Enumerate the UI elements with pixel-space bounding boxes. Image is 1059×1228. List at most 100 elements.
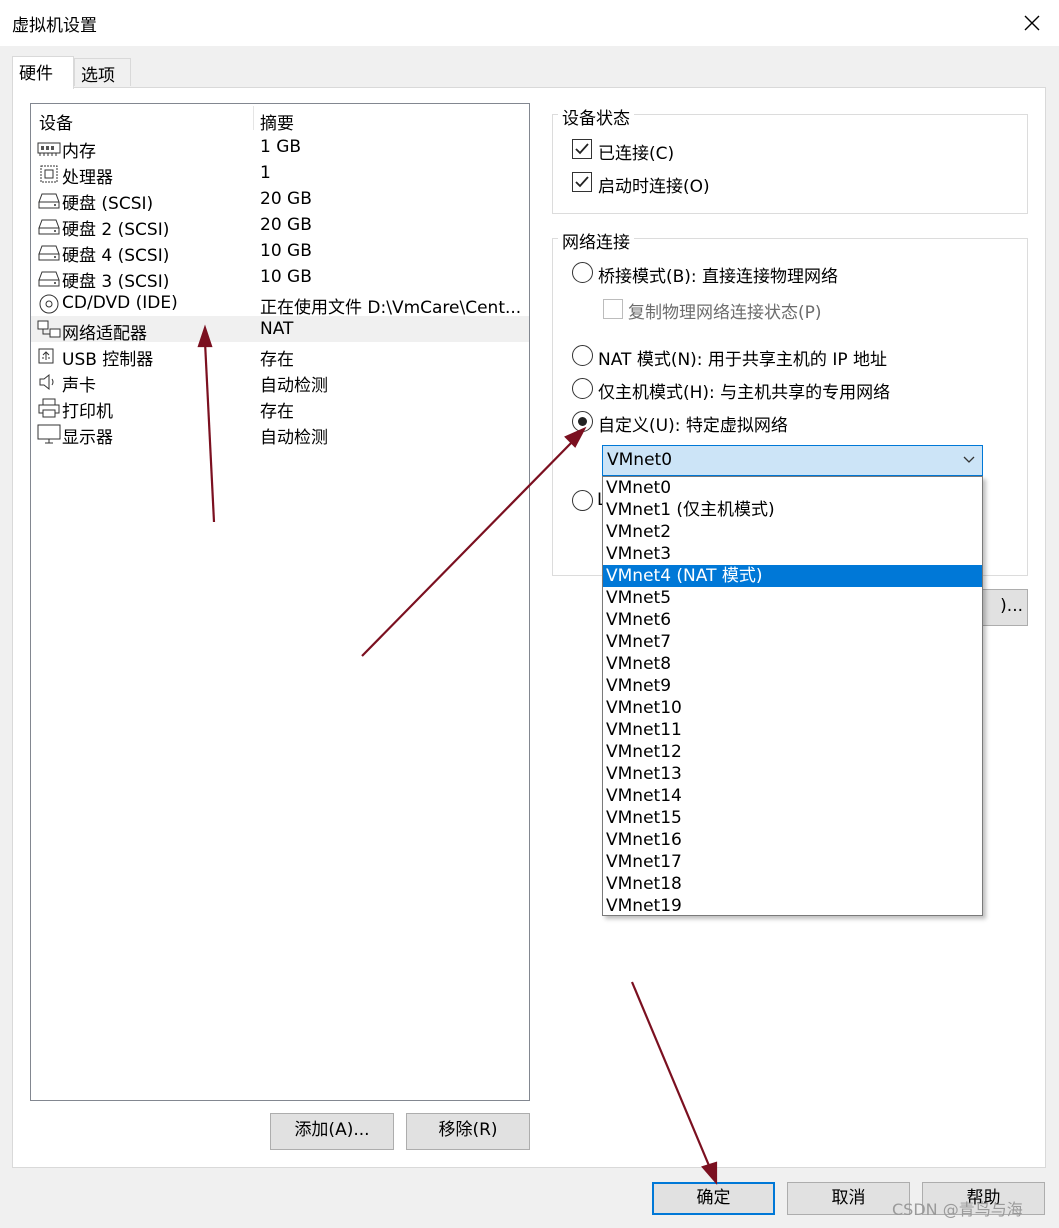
device-row-processor[interactable]: 处理器 1 <box>31 160 529 188</box>
device-row-memory[interactable]: 内存 1 GB <box>31 134 529 162</box>
custom-radio[interactable] <box>572 411 593 432</box>
column-header-summary[interactable]: 摘要 <box>260 109 294 134</box>
dropdown-option-vmnet9[interactable]: VMnet9 <box>603 675 982 697</box>
vmnet-select-value: VMnet0 <box>607 450 673 470</box>
dropdown-option-vmnet12[interactable]: VMnet12 <box>603 741 982 763</box>
dropdown-option-vmnet13[interactable]: VMnet13 <box>603 763 982 785</box>
device-row-hard-disk-4[interactable]: 硬盘 4 (SCSI) 10 GB <box>31 238 529 266</box>
chevron-down-icon <box>963 456 975 463</box>
device-name: 处理器 <box>62 168 113 188</box>
device-row-printer[interactable]: 打印机 存在 <box>31 394 529 422</box>
vmnet-dropdown-list[interactable]: VMnet0 VMnet1 (仅主机模式) VMnet2 VMnet3 VMne… <box>602 476 983 916</box>
nat-radio[interactable] <box>572 345 593 366</box>
hard-disk-icon <box>38 219 60 235</box>
device-row-hard-disk-2[interactable]: 硬盘 2 (SCSI) 20 GB <box>31 212 529 240</box>
hard-disk-icon <box>38 271 60 287</box>
dropdown-option-vmnet10[interactable]: VMnet10 <box>603 697 982 719</box>
device-name: 网络适配器 <box>62 324 147 344</box>
custom-label[interactable]: 自定义(U): 特定虚拟网络 <box>598 411 788 436</box>
dropdown-option-vmnet16[interactable]: VMnet16 <box>603 829 982 851</box>
bridged-radio[interactable] <box>572 262 593 283</box>
close-icon <box>1024 15 1040 31</box>
dropdown-option-vmnet6[interactable]: VMnet6 <box>603 609 982 631</box>
dropdown-option-vmnet14[interactable]: VMnet14 <box>603 785 982 807</box>
device-summary: 存在 <box>260 402 294 422</box>
device-row-usb-controller[interactable]: USB 控制器 存在 <box>31 342 529 370</box>
device-list[interactable]: 设备 摘要 内存 1 GB 处理器 1 硬盘 (SCSI) 20 GB 硬盘 2… <box>30 103 530 1101</box>
device-row-display[interactable]: 显示器 自动检测 <box>31 420 529 448</box>
lan-segment-radio[interactable] <box>572 490 593 511</box>
dropdown-option-vmnet17[interactable]: VMnet17 <box>603 851 982 873</box>
connected-label[interactable]: 已连接(C) <box>598 139 674 164</box>
device-row-cd-dvd[interactable]: CD/DVD (IDE) 正在使用文件 D:\VmCare\Cent... <box>31 290 529 318</box>
add-device-button[interactable]: 添加(A)... <box>270 1113 394 1150</box>
host-only-radio[interactable] <box>572 378 593 399</box>
device-name: 硬盘 3 (SCSI) <box>62 272 170 292</box>
network-connection-title: 网络连接 <box>558 228 634 253</box>
column-divider[interactable] <box>253 106 254 130</box>
device-name: 硬盘 4 (SCSI) <box>62 246 170 266</box>
device-summary: 自动检测 <box>260 376 328 396</box>
device-list-header: 设备 摘要 <box>31 104 529 134</box>
ok-button[interactable]: 确定 <box>652 1182 775 1215</box>
hard-disk-icon <box>38 193 60 209</box>
device-name: 打印机 <box>62 402 113 422</box>
dropdown-option-vmnet2[interactable]: VMnet2 <box>603 521 982 543</box>
device-summary: 20 GB <box>260 189 312 209</box>
column-header-device[interactable]: 设备 <box>39 109 73 134</box>
dropdown-option-vmnet11[interactable]: VMnet11 <box>603 719 982 741</box>
dropdown-option-vmnet15[interactable]: VMnet15 <box>603 807 982 829</box>
dropdown-option-vmnet18[interactable]: VMnet18 <box>603 873 982 895</box>
device-name: 硬盘 2 (SCSI) <box>62 220 170 240</box>
device-status-group <box>552 114 1028 214</box>
network-adapter-icon <box>37 320 61 338</box>
device-row-network-adapter[interactable]: 网络适配器 NAT <box>31 316 529 344</box>
watermark: CSDN @青鸟与海 <box>892 1200 1023 1219</box>
dropdown-option-vmnet3[interactable]: VMnet3 <box>603 543 982 565</box>
close-button[interactable] <box>1012 4 1052 42</box>
host-only-label[interactable]: 仅主机模式(H): 与主机共享的专用网络 <box>598 378 890 403</box>
processor-icon <box>40 165 58 183</box>
dropdown-option-vmnet1[interactable]: VMnet1 (仅主机模式) <box>603 499 982 521</box>
device-row-sound-card[interactable]: 声卡 自动检测 <box>31 368 529 396</box>
title-bar: 虚拟机设置 <box>0 0 1059 46</box>
connected-checkbox[interactable] <box>572 139 592 159</box>
dropdown-option-vmnet8[interactable]: VMnet8 <box>603 653 982 675</box>
dropdown-option-vmnet4[interactable]: VMnet4 (NAT 模式) <box>603 565 982 587</box>
device-summary: 自动检测 <box>260 428 328 448</box>
replicate-state-checkbox[interactable] <box>603 299 623 319</box>
device-summary: 20 GB <box>260 215 312 235</box>
window-title: 虚拟机设置 <box>12 16 97 36</box>
device-name: 硬盘 (SCSI) <box>62 194 154 214</box>
dropdown-option-vmnet7[interactable]: VMnet7 <box>603 631 982 653</box>
connect-on-power-label[interactable]: 启动时连接(O) <box>598 172 710 197</box>
device-name: USB 控制器 <box>62 350 154 370</box>
speaker-icon <box>39 373 54 391</box>
tab-hardware[interactable]: 硬件 <box>12 56 74 89</box>
device-name: CD/DVD (IDE) <box>62 293 178 313</box>
remove-device-button[interactable]: 移除(R) <box>406 1113 530 1150</box>
usb-icon <box>38 348 54 364</box>
printer-icon <box>38 398 60 418</box>
tab-options[interactable]: 选项 <box>74 58 131 86</box>
replicate-state-label[interactable]: 复制物理网络连接状态(P) <box>628 298 822 323</box>
device-row-hard-disk[interactable]: 硬盘 (SCSI) 20 GB <box>31 186 529 214</box>
nat-label[interactable]: NAT 模式(N): 用于共享主机的 IP 地址 <box>598 345 887 370</box>
device-row-hard-disk-3[interactable]: 硬盘 3 (SCSI) 10 GB <box>31 264 529 292</box>
device-name: 声卡 <box>62 376 96 396</box>
device-summary: 正在使用文件 D:\VmCare\Cent... <box>260 298 522 318</box>
checkmark-icon <box>575 176 589 188</box>
dropdown-option-vmnet5[interactable]: VMnet5 <box>603 587 982 609</box>
connect-on-power-checkbox[interactable] <box>572 172 592 192</box>
device-summary: 10 GB <box>260 241 312 261</box>
bridged-label[interactable]: 桥接模式(B): 直接连接物理网络 <box>598 262 838 287</box>
dropdown-option-vmnet19[interactable]: VMnet19 <box>603 895 982 917</box>
device-summary: 1 GB <box>260 137 302 157</box>
dropdown-option-vmnet0[interactable]: VMnet0 <box>603 477 982 499</box>
device-name: 显示器 <box>62 428 113 448</box>
device-status-title: 设备状态 <box>558 104 634 129</box>
memory-icon <box>37 142 61 156</box>
vmnet-select[interactable]: VMnet0 <box>602 445 983 476</box>
device-summary: NAT <box>260 319 294 339</box>
hard-disk-icon <box>38 245 60 261</box>
